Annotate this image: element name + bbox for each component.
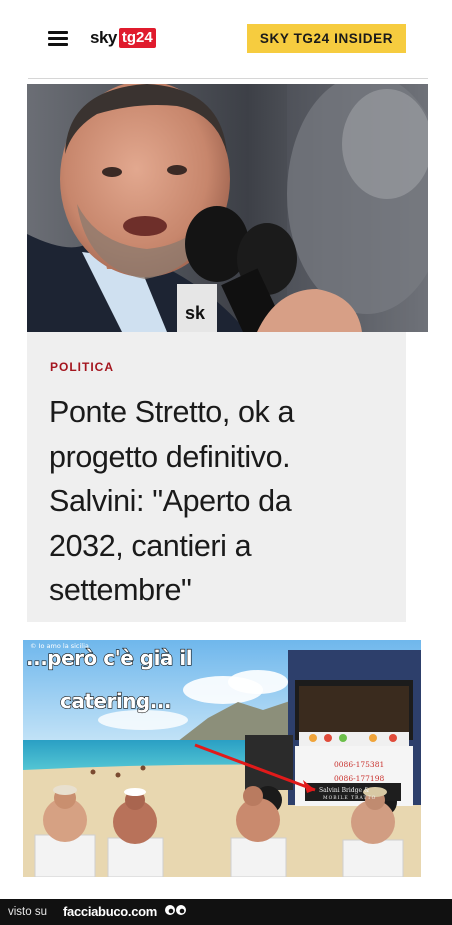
- skytg24-logo[interactable]: sky tg24: [90, 27, 156, 49]
- headline-line: Ponte Stretto, ok a: [49, 395, 295, 429]
- truck-tagline: MOBILE TRATTO: [323, 796, 377, 801]
- truck-phone-2: 0086-177198: [334, 774, 385, 783]
- facciabuco-footer: visto su facciabuco.com: [0, 899, 452, 925]
- headline-line: progetto definitivo.: [49, 439, 291, 474]
- headline-line: 2032, cantieri a: [49, 528, 252, 563]
- hero-photo[interactable]: sk: [27, 84, 428, 332]
- article-card[interactable]: POLITICA Ponte Stretto, ok a progetto de…: [27, 332, 406, 622]
- headline-line: settembre": [49, 573, 192, 607]
- meme-image: © Io amo la sicilia ...però c'è già il c…: [23, 640, 421, 877]
- truck-brand: Salvini Bridge &: [319, 787, 370, 794]
- meme-caption-line2: catering...: [59, 688, 172, 713]
- site-header: sky tg24 SKY TG24 INSIDER: [0, 0, 452, 78]
- footer-prefix: visto su: [8, 906, 47, 918]
- article-headline[interactable]: Ponte Stretto, ok a progetto definitivo.…: [49, 390, 399, 613]
- truck-phone-1: 0086-175381: [334, 760, 385, 769]
- headline-line: Salvini: "Aperto da: [49, 484, 292, 518]
- sky-tg24-insider-button[interactable]: SKY TG24 INSIDER: [247, 24, 406, 53]
- logo-sky-text: sky: [90, 28, 117, 47]
- article-category[interactable]: POLITICA: [50, 360, 114, 374]
- footer-brand[interactable]: facciabuco.com: [63, 904, 157, 919]
- googly-eyes-icon: [165, 905, 186, 915]
- logo-tg24-badge: tg24: [118, 28, 156, 48]
- beach-catering-illustration: [23, 640, 421, 877]
- header-divider: [28, 78, 428, 79]
- meme-caption-line1: ...però c'è già il: [25, 645, 193, 670]
- menu-icon[interactable]: [48, 28, 68, 48]
- politician-photo-illustration: sk: [27, 84, 428, 332]
- mic-flag-text: sk: [185, 303, 206, 323]
